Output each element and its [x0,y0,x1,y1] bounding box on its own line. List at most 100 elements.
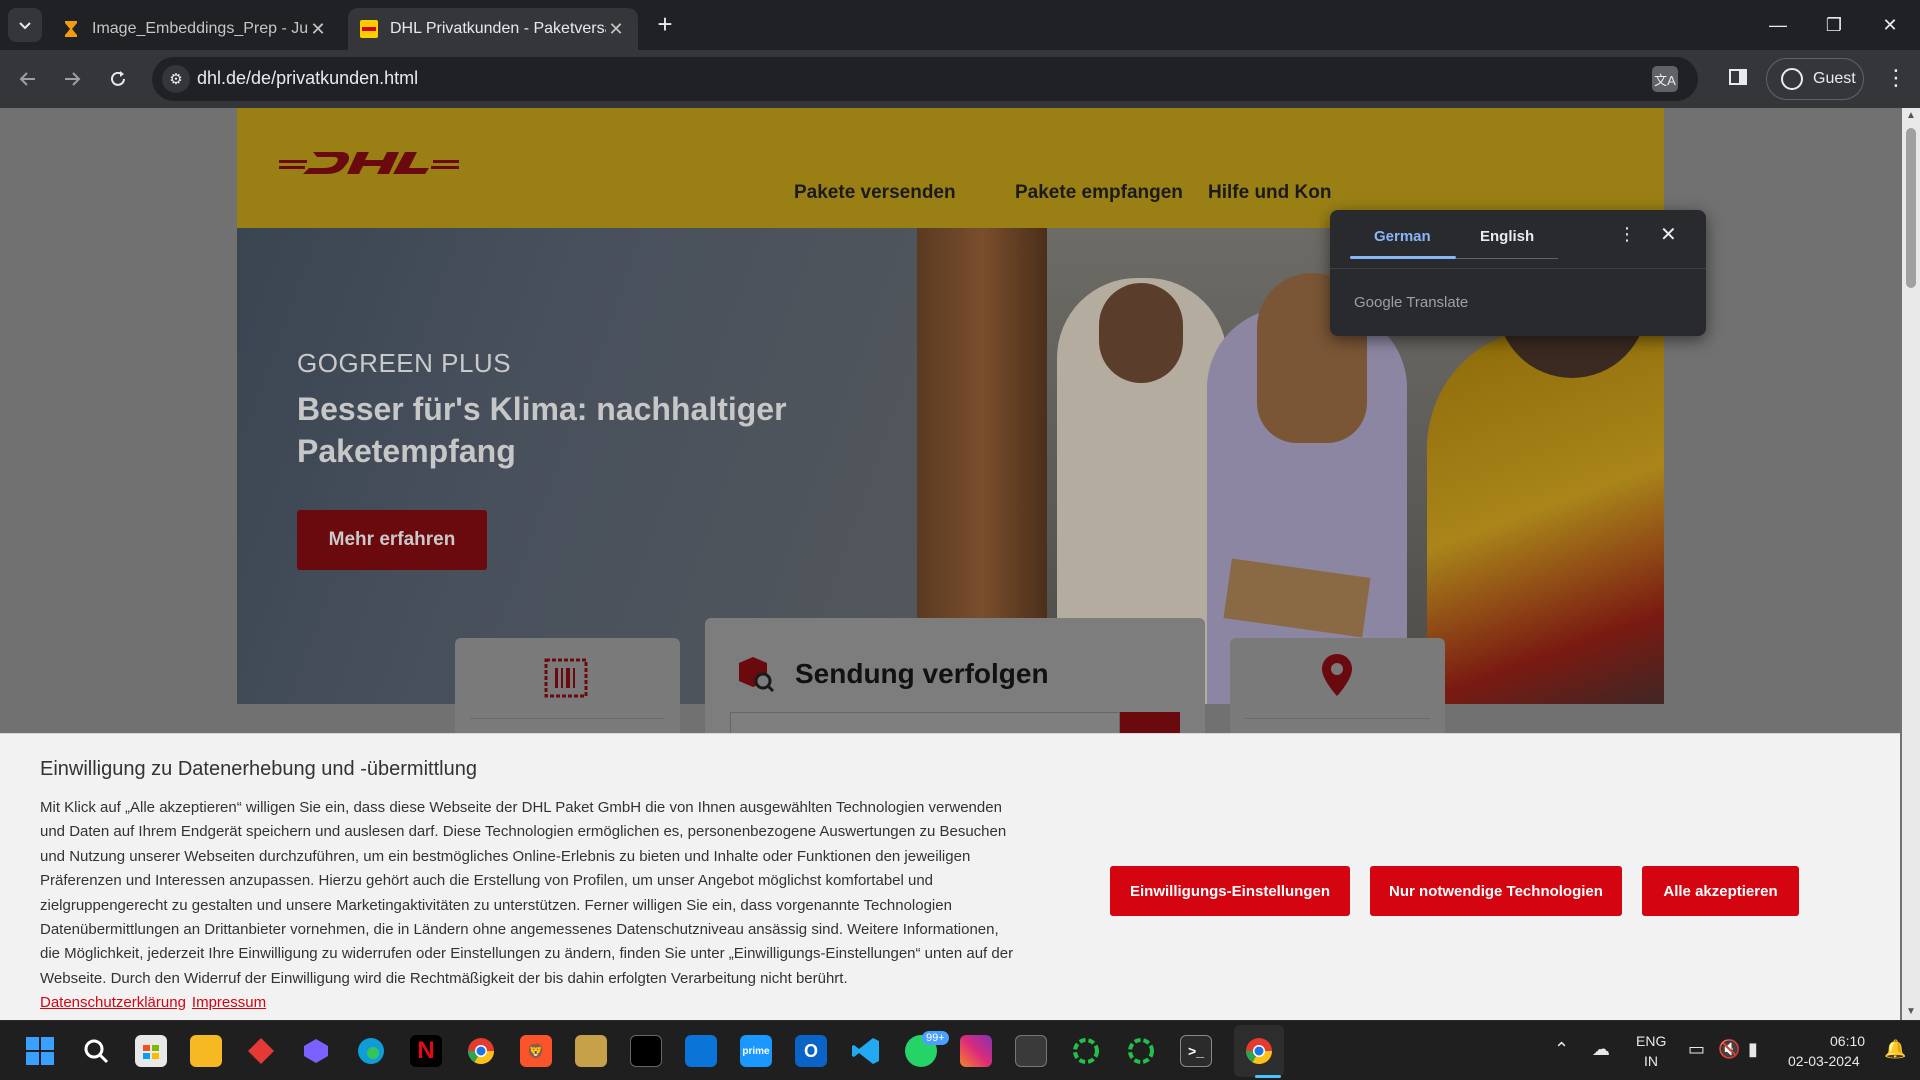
arrow-right-icon [65,72,81,86]
translate-close-icon[interactable]: ✕ [1660,222,1677,247]
hero-person-head [1099,283,1183,383]
network-icon[interactable]: ▭ [1688,1039,1705,1060]
profile-label: Guest [1813,70,1856,87]
cookie-title: Einwilligung zu Datenerhebung und -überm… [40,758,477,780]
cookie-body: Mit Klick auf „Alle akzeptieren“ willige… [40,799,1014,987]
side-panel-icon [1729,69,1747,85]
tab-title: Image_Embeddings_Prep - Jupy [92,20,308,37]
imprint-link[interactable]: Impressum [192,994,266,1011]
tab-jupyter[interactable]: Image_Embeddings_Prep - Jupy ✕ [50,8,340,50]
terminal-icon[interactable] [630,1035,662,1067]
tab-close-icon[interactable]: ✕ [308,19,328,40]
url-text[interactable]: dhl.de/de/privatkunden.html [197,68,418,89]
back-button[interactable] [12,63,44,95]
scrollbar-thumb[interactable] [1906,128,1916,288]
nav-pakete-empfangen[interactable]: Pakete empfangen [1015,182,1183,204]
battery-icon[interactable]: ▮ [1748,1039,1758,1060]
app-window-icon[interactable] [1015,1035,1047,1067]
hourglass-icon [65,21,77,37]
profile-button[interactable]: Guest [1766,58,1864,100]
necessary-only-button[interactable]: Nur notwendige Technologien [1370,866,1622,916]
side-panel-button[interactable] [1726,65,1754,93]
file-explorer-icon[interactable] [190,1035,222,1067]
hero-title: Besser für's Klima: nachhaltiger Paketem… [297,391,787,469]
translate-options-icon[interactable]: ⋮ [1618,224,1636,245]
card-divider [470,718,665,719]
reload-icon [111,71,125,86]
restore-button[interactable]: ❐ [1806,0,1862,50]
outlook-icon[interactable]: O [795,1035,827,1067]
mehr-erfahren-button[interactable]: Mehr erfahren [297,510,487,570]
edge-icon[interactable] [355,1035,387,1067]
volume-muted-icon[interactable]: 🔇 [1718,1039,1740,1060]
terminal-app-icon[interactable]: >_ [1180,1035,1212,1067]
instagram-icon[interactable] [960,1035,992,1067]
hero-kicker: GOGREEN PLUS [297,348,512,378]
tab-title: DHL Privatkunden - Paketversan [390,20,606,37]
app-blue-icon[interactable] [685,1035,717,1067]
translate-divider [1330,268,1706,269]
new-tab-button[interactable]: + [650,10,680,40]
store-icon[interactable] [135,1035,167,1067]
quick-card-location[interactable] [1230,638,1445,738]
browser-menu-button[interactable]: ⋮ [1882,65,1910,93]
nav-pakete-versenden[interactable]: Pakete versenden [794,182,956,204]
clock-date[interactable]: 02-03-2024 [1788,1053,1860,1069]
close-window-button[interactable]: ✕ [1862,0,1918,50]
language-top[interactable]: ENG [1636,1033,1666,1049]
whatsapp-badge: 99+ [922,1031,949,1045]
image-editor-icon[interactable] [575,1035,607,1067]
tab-close-icon[interactable]: ✕ [606,19,626,40]
translate-tab-german[interactable]: German [1374,228,1431,245]
profile-avatar-icon [1781,68,1803,90]
forward-button[interactable] [56,63,88,95]
show-hidden-icons[interactable]: ⌃ [1554,1039,1569,1060]
notification-bell-icon[interactable]: 🔔 [1884,1039,1906,1060]
tab-dhl[interactable]: DHL Privatkunden - Paketversan ✕ [348,8,638,50]
browser-tab-bar: Image_Embeddings_Prep - Jupy ✕ DHL Priva… [0,0,1920,50]
nav-hilfe-und-kontakt[interactable]: Hilfe und Kon [1208,182,1331,204]
clock-time[interactable]: 06:10 [1830,1033,1865,1049]
privacy-policy-link[interactable]: Datenschutzerklärung [40,994,186,1011]
address-bar[interactable]: ⚙ dhl.de/de/privatkunden.html 文A [152,57,1698,101]
prime-video-icon[interactable]: prime [740,1035,772,1067]
site-info-icon[interactable]: ⚙ [162,65,190,93]
app-green-ring-icon[interactable] [1070,1035,1102,1067]
browser-toolbar: ⚙ dhl.de/de/privatkunden.html 文A Guest ⋮ [0,50,1920,108]
netflix-icon[interactable]: N [410,1035,442,1067]
tracking-title: Sendung verfolgen [795,658,1049,689]
parcel-label-icon [544,658,588,698]
card-divider [1245,718,1430,719]
windows-taskbar: N 🦁 prime O 99+ >_ ⌃ ☁ ENG IN ▭ 🔇 ▮ 06:1… [0,1020,1920,1080]
app-red-diamond-icon[interactable] [245,1035,277,1067]
accept-all-button[interactable]: Alle akzeptieren [1642,866,1799,916]
chrome-icon[interactable] [465,1035,497,1067]
location-pin-icon [1322,654,1352,696]
quick-card-label[interactable] [455,638,680,738]
arrow-left-icon [19,72,35,86]
minimize-button[interactable]: — [1750,0,1806,50]
copilot-icon[interactable] [300,1035,332,1067]
windows-start-icon[interactable] [24,1035,56,1067]
consent-settings-button[interactable]: Einwilligungs-Einstellungen [1110,866,1350,916]
tab-search-button[interactable] [8,8,42,42]
chrome-active-icon[interactable] [1243,1035,1275,1067]
translate-tab-english[interactable]: English [1480,228,1534,245]
translate-icon[interactable]: 文A [1652,66,1678,92]
onedrive-icon[interactable]: ☁ [1592,1039,1610,1060]
vscode-icon[interactable] [850,1035,882,1067]
page-scrollbar[interactable]: ▲ ▼ [1902,108,1920,1020]
search-icon[interactable] [80,1035,112,1067]
cookie-consent-banner: Einwilligung zu Datenerhebung und -überm… [0,733,1900,1020]
chevron-down-icon [19,22,31,30]
cookie-text: Mit Klick auf „Alle akzeptieren“ willige… [40,796,1020,1016]
translate-tab-indicator [1350,256,1456,259]
reload-button[interactable] [102,63,134,95]
language-bottom[interactable]: IN [1644,1053,1658,1069]
scroll-up-icon[interactable]: ▲ [1902,108,1920,124]
scroll-down-icon[interactable]: ▼ [1902,1004,1920,1020]
brave-icon[interactable]: 🦁 [520,1035,552,1067]
dhl-logo[interactable] [279,148,459,178]
google-translate-brand: Google Translate [1354,294,1469,311]
app-green-ring-icon[interactable] [1125,1035,1157,1067]
